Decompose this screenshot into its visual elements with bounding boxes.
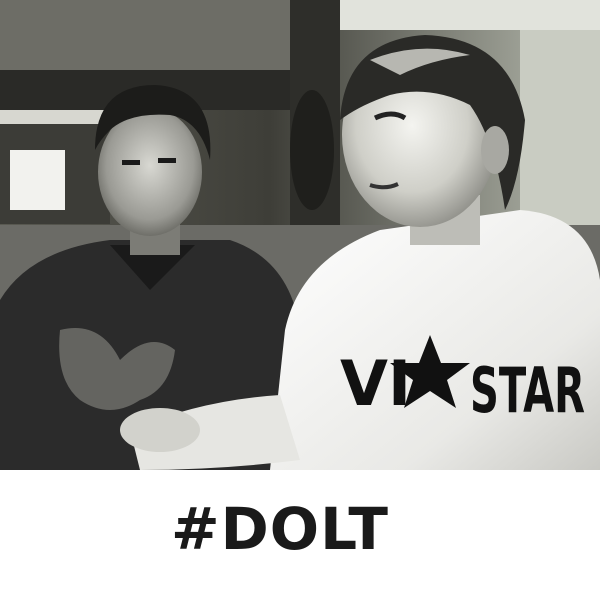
left-person-eye-l xyxy=(122,160,140,165)
right-person-hand xyxy=(120,408,200,452)
right-person-ear xyxy=(481,126,509,174)
right-wall xyxy=(520,0,600,230)
meme-card: VI STAR #DOLT xyxy=(0,0,600,600)
photo-illustration: VI STAR xyxy=(0,0,600,470)
caption-hashtag: #DOLT xyxy=(171,495,389,563)
left-person-face xyxy=(98,108,202,236)
shirt-text-left: VI xyxy=(340,347,411,420)
bright-window xyxy=(10,150,65,210)
shirt-text-right: STAR xyxy=(470,354,585,427)
ceiling-shelf xyxy=(0,0,330,70)
left-person-eye-r xyxy=(158,158,176,163)
figurine xyxy=(290,90,334,210)
ceiling-right xyxy=(340,0,600,30)
photo-two-young-men: VI STAR xyxy=(0,0,600,470)
